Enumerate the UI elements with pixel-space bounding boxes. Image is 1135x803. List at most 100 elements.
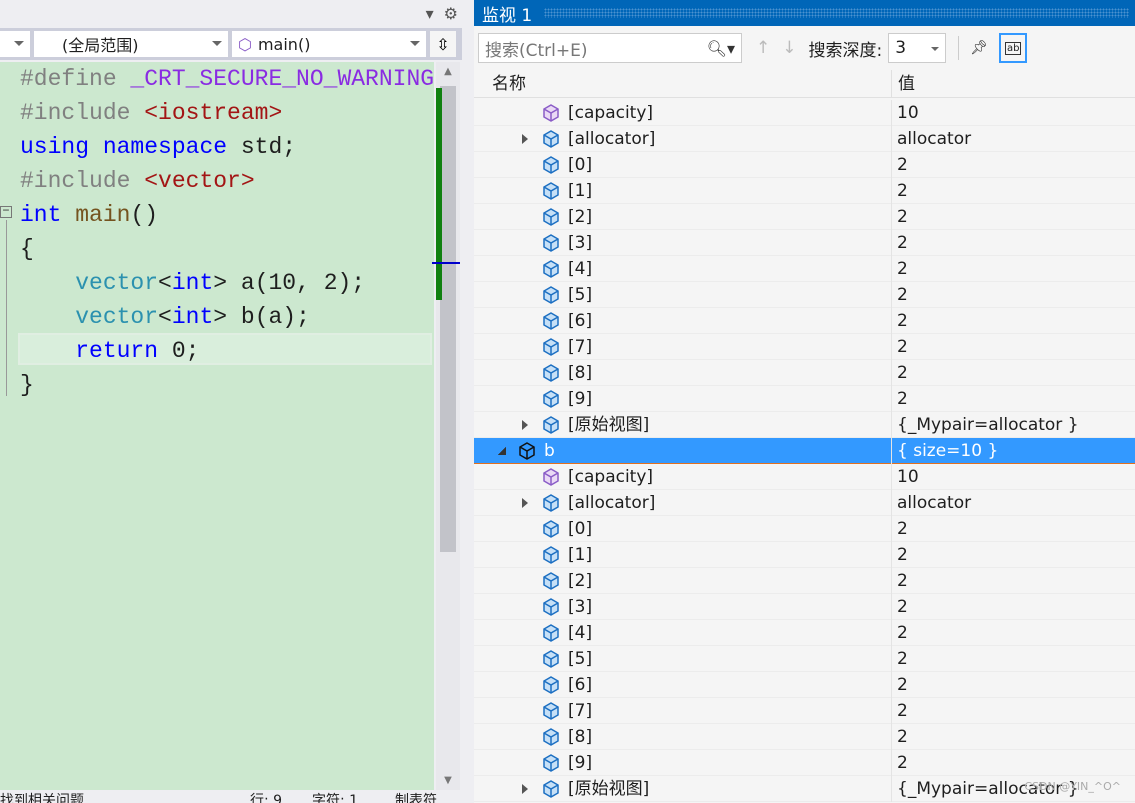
search-input[interactable]: 搜索(Ctrl+E) 🔍︎▾ [478,33,742,63]
scrollbar-thumb[interactable] [440,86,456,552]
depth-dropdown[interactable]: 3 [888,33,947,63]
field-icon [542,650,560,668]
row-value[interactable]: 2 [892,646,1135,671]
pin-ab-icon[interactable]: ab [999,33,1028,63]
watch-row[interactable]: [原始视图] {_Mypair=allocator } [474,412,1135,438]
watch-row[interactable]: [4] 2 [474,256,1135,282]
row-value[interactable]: allocator [892,490,1135,515]
watch-row[interactable]: [8] 2 [474,360,1135,386]
field-icon [542,364,560,382]
collapse-icon[interactable]: − [0,205,12,218]
watch-row[interactable]: [1] 2 [474,178,1135,204]
row-name-cell: [allocator] [474,490,892,516]
pane-toolbar: ▾ ⚙ [426,0,462,26]
column-value-header[interactable]: 值 [892,70,915,97]
row-value[interactable]: 2 [892,152,1135,177]
row-value[interactable]: {_Mypair=allocator } [892,412,1135,437]
row-name-cell: [6] [474,672,892,698]
watch-row[interactable]: [5] 2 [474,282,1135,308]
watch-row[interactable]: [3] 2 [474,594,1135,620]
code-line: #include <iostream> [20,96,282,130]
row-value[interactable]: 2 [892,724,1135,749]
issues-status[interactable]: 找到相关问题 [0,793,84,803]
search-icon[interactable]: 🔍︎▾ [707,39,735,58]
watch-title-bar[interactable]: 监视 1 [474,0,1135,26]
watch-row[interactable]: [1] 2 [474,542,1135,568]
watch-row[interactable]: [6] 2 [474,672,1135,698]
row-value[interactable]: 2 [892,308,1135,333]
row-value[interactable]: 2 [892,516,1135,541]
row-value[interactable]: 2 [892,334,1135,359]
row-value[interactable]: 2 [892,594,1135,619]
project-dropdown[interactable] [0,31,30,57]
code-area[interactable]: #define _CRT_SECURE_NO_WARNING #include <… [0,62,434,790]
row-value[interactable]: 2 [892,620,1135,645]
split-window-button[interactable]: ⇳ [430,31,456,57]
row-value[interactable]: 2 [892,750,1135,775]
pin-icon[interactable]: 📌︎ [965,33,993,63]
row-name-cell: [allocator] [474,126,892,152]
row-value[interactable]: 2 [892,386,1135,411]
watch-row[interactable]: [8] 2 [474,724,1135,750]
dropdown-arrow-icon[interactable]: ▾ [426,4,434,23]
watch-row[interactable]: [0] 2 [474,152,1135,178]
field-icon [542,572,560,590]
watch-row[interactable]: [capacity] 10 [474,100,1135,126]
row-value[interactable]: 2 [892,256,1135,281]
watch-row[interactable]: [allocator] allocator [474,126,1135,152]
scroll-up-icon[interactable]: ▲ [436,62,460,82]
row-name-cell: [原始视图] [474,776,892,802]
search-next-icon[interactable]: ↓ [782,38,796,58]
row-name: [原始视图] [568,415,650,435]
watch-row[interactable]: [0] 2 [474,516,1135,542]
function-dropdown[interactable]: ⬡ main() [232,31,426,57]
row-value[interactable]: 2 [892,282,1135,307]
watch-row[interactable]: b { size=10 } [474,438,1135,464]
field-icon [542,286,560,304]
collapse-arrow-icon[interactable] [498,447,506,455]
row-value[interactable]: 2 [892,230,1135,255]
expand-arrow-icon[interactable] [522,420,528,430]
search-previous-icon[interactable]: ↑ [756,38,770,58]
row-value[interactable]: allocator [892,126,1135,151]
row-value[interactable]: 2 [892,672,1135,697]
watch-row[interactable]: [4] 2 [474,620,1135,646]
column-name-header[interactable]: 名称 [474,70,892,97]
scroll-down-icon[interactable]: ▼ [436,775,460,786]
watch-row[interactable]: [2] 2 [474,568,1135,594]
watch-row[interactable]: [6] 2 [474,308,1135,334]
row-value[interactable]: 2 [892,178,1135,203]
expand-arrow-icon[interactable] [522,498,528,508]
row-name: [4] [568,259,593,279]
gear-icon[interactable]: ⚙ [444,4,458,23]
row-value[interactable]: { size=10 } [892,438,1135,463]
watch-row[interactable]: [9] 2 [474,386,1135,412]
watch-row[interactable]: [2] 2 [474,204,1135,230]
scope-dropdown[interactable]: (全局范围) [34,31,228,57]
row-name: [allocator] [568,493,656,513]
row-value[interactable]: 10 [892,464,1135,489]
watch-row[interactable]: [7] 2 [474,334,1135,360]
watch-row[interactable]: [5] 2 [474,646,1135,672]
watch-row[interactable]: [allocator] allocator [474,490,1135,516]
watch-row[interactable]: [7] 2 [474,698,1135,724]
row-value[interactable]: 2 [892,360,1135,385]
editor-scrollbar[interactable]: ▲ ▼ [432,62,460,790]
row-name: [8] [568,363,593,383]
watch-row[interactable]: [9] 2 [474,750,1135,776]
row-value[interactable]: 2 [892,204,1135,229]
cube-icon: ⬡ [238,34,252,54]
expand-arrow-icon[interactable] [522,784,528,794]
watch-title: 监视 1 [482,5,533,26]
row-name: [6] [568,675,593,695]
row-value[interactable]: 2 [892,568,1135,593]
row-name-cell: [7] [474,698,892,724]
row-value[interactable]: 2 [892,698,1135,723]
watch-row[interactable]: [3] 2 [474,230,1135,256]
row-value[interactable]: 2 [892,542,1135,567]
row-name: [6] [568,311,593,331]
watch-row[interactable]: [capacity] 10 [474,464,1135,490]
row-value[interactable]: 10 [892,100,1135,125]
tabs-status[interactable]: 制表符 [395,790,437,803]
expand-arrow-icon[interactable] [522,134,528,144]
